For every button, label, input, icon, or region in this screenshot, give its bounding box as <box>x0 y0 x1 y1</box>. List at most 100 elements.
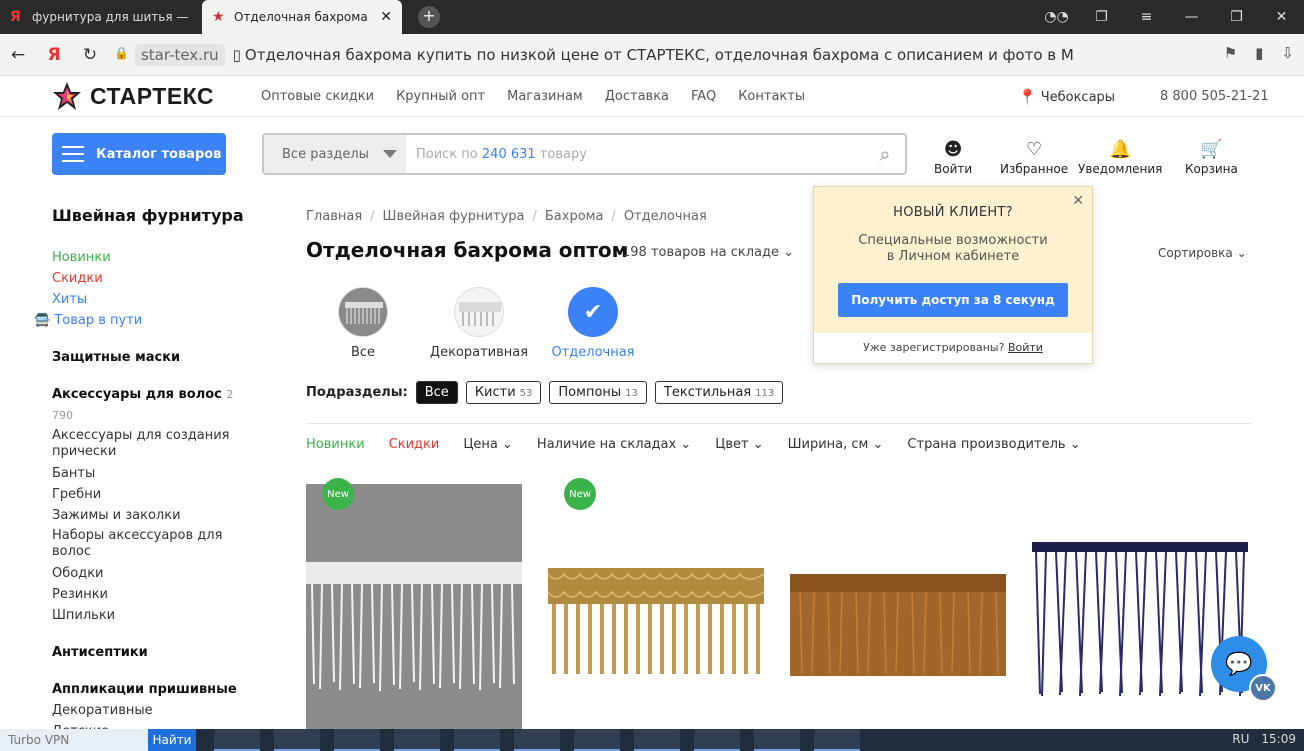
phone-number[interactable]: 8 800 505-21-21 <box>1160 89 1269 104</box>
language-indicator[interactable]: RU <box>1232 732 1249 746</box>
nav-shops[interactable]: Магазинам <box>507 89 583 104</box>
sidebar-item-transit[interactable]: 🚍 Товар в пути <box>34 310 252 331</box>
product-card[interactable] <box>1032 484 1248 734</box>
app-icon[interactable] <box>634 729 680 751</box>
url-field[interactable]: 🔒 star-tex.ru ▯ Отделочная бахрома купит… <box>114 43 1074 66</box>
opera-app-icon[interactable] <box>454 729 500 751</box>
bookmarks-icon[interactable]: ❐ <box>1079 9 1124 25</box>
popup-login-link[interactable]: Войти <box>1008 341 1043 354</box>
restore-icon[interactable]: ❐ <box>1214 9 1259 25</box>
new-tab-button[interactable]: + <box>418 6 440 28</box>
sidebar-subitem[interactable]: Гребни <box>52 484 252 505</box>
vk-icon[interactable]: VK <box>1249 674 1277 702</box>
sidebar-item-sale[interactable]: Скидки <box>52 268 252 289</box>
app-icon[interactable] <box>514 729 560 751</box>
yandex-home-icon[interactable]: Я <box>36 45 72 65</box>
sidebar-subitem[interactable]: Ободки <box>52 563 252 584</box>
logo[interactable]: СТАРТЕКС <box>52 81 214 111</box>
sidebar-item-masks[interactable]: Защитные маски <box>52 347 252 368</box>
browser-tab-active[interactable]: ★ Отделочная бахрома ✕ <box>202 0 402 34</box>
downloads-icon[interactable]: ⇩ <box>1281 44 1294 62</box>
cart-button[interactable]: 🛒 Корзина <box>1185 138 1238 176</box>
bookmark-icon[interactable]: ▮ <box>1255 44 1263 62</box>
yandex-browser-app-icon[interactable] <box>694 729 740 751</box>
glasses-icon[interactable]: ◔◔ <box>1034 9 1079 25</box>
nav-bulk-wholesale[interactable]: Крупный опт <box>396 89 485 104</box>
clock[interactable]: 15:09 <box>1261 732 1296 746</box>
filter-width[interactable]: Ширина, см ⌄ <box>788 437 884 452</box>
app-icon[interactable] <box>754 729 800 751</box>
product-image <box>306 484 522 729</box>
sidebar-item-new[interactable]: Новинки <box>52 247 252 268</box>
app-icon[interactable] <box>394 729 440 751</box>
folder-app-icon[interactable] <box>214 729 260 751</box>
category-finishing[interactable]: ✔ Отделочная <box>538 287 648 360</box>
sidebar-item-appliques[interactable]: Аппликации пришивные <box>52 679 252 700</box>
media-app-icon[interactable] <box>274 729 320 751</box>
product-card[interactable]: New <box>547 478 765 734</box>
taskbar-search-input[interactable]: Turbo VPN <box>0 729 148 751</box>
sidebar-item-hits[interactable]: Хиты <box>52 289 252 310</box>
nav-contacts[interactable]: Контакты <box>738 89 805 104</box>
get-access-button[interactable]: Получить доступ за 8 секунд <box>838 283 1068 317</box>
sidebar-subitem[interactable]: Зажимы и заколки <box>52 505 252 526</box>
subsection-chip[interactable]: Текстильная 113 <box>654 381 784 404</box>
search-icon[interactable]: ⌕ <box>865 142 905 166</box>
category-decorative[interactable]: Декоративная <box>424 287 534 360</box>
close-tab-icon[interactable]: ✕ <box>380 9 392 25</box>
filter-new[interactable]: Новинки <box>306 437 365 452</box>
filter-color[interactable]: Цвет ⌄ <box>715 437 763 452</box>
smiley-icon: ☻ <box>943 139 963 160</box>
favorites-button[interactable]: ♡ Избранное <box>1000 138 1068 176</box>
menu-icon[interactable]: ≡ <box>1124 9 1169 25</box>
breadcrumb-separator: / <box>370 209 375 224</box>
sidebar-subitem[interactable]: Наборы аксессуаров для волос <box>52 528 252 560</box>
sidebar-subitem[interactable]: Шпильки <box>52 605 252 626</box>
reload-icon[interactable]: ↻ <box>72 45 108 65</box>
stock-dropdown[interactable]: 198 товаров на складе ⌄ <box>622 245 794 260</box>
browser-tab[interactable]: Я фурнитура для шитья — Я <box>0 0 200 34</box>
search-category-select[interactable]: Все разделы <box>264 135 406 173</box>
yandex-app-icon[interactable] <box>574 729 620 751</box>
catalog-button[interactable]: Каталог товаров <box>52 133 226 175</box>
product-card[interactable] <box>790 484 1006 734</box>
breadcrumb-item[interactable]: Отделочная <box>624 209 707 224</box>
filter-stock[interactable]: Наличие на складах ⌄ <box>537 437 691 452</box>
sidebar-subitem[interactable]: Аксессуары для создания прически <box>52 428 252 460</box>
login-button[interactable]: ☻ Войти <box>934 138 972 176</box>
translate-icon[interactable]: ⚑ <box>1224 44 1237 62</box>
nav-wholesale-discounts[interactable]: Оптовые скидки <box>261 89 374 104</box>
minimize-icon[interactable]: — <box>1169 9 1214 25</box>
breadcrumb-separator: / <box>611 209 616 224</box>
sort-dropdown[interactable]: Сортировка ⌄ <box>1158 246 1247 260</box>
back-icon[interactable]: ← <box>0 45 36 65</box>
subsection-chip[interactable]: Все <box>415 381 458 404</box>
word-app-icon[interactable] <box>814 729 860 751</box>
close-window-icon[interactable]: ✕ <box>1259 9 1304 25</box>
nav-delivery[interactable]: Доставка <box>605 89 669 104</box>
viber-app-icon[interactable] <box>334 729 380 751</box>
lock-icon[interactable]: 🔒 <box>114 46 129 64</box>
sidebar-subitem[interactable]: Резинки <box>52 584 252 605</box>
sidebar-item-hair[interactable]: Аксессуары для волос 2 790 <box>52 384 252 426</box>
city-selector[interactable]: 📍 Чебоксары <box>1018 88 1115 106</box>
category-all[interactable]: Все <box>308 287 418 360</box>
search-input[interactable]: Поиск по 240 631 товару <box>406 147 865 162</box>
filter-sale[interactable]: Скидки <box>389 437 440 452</box>
fringe-thumb <box>339 288 387 336</box>
nav-faq[interactable]: FAQ <box>691 89 716 104</box>
sidebar-item-transit-label: Товар в пути <box>54 313 143 328</box>
taskbar-search-button[interactable]: Найти <box>148 729 196 751</box>
notifications-button[interactable]: 🔔 Уведомления <box>1078 138 1162 176</box>
subsection-chip[interactable]: Помпоны 13 <box>549 381 647 404</box>
breadcrumb-item[interactable]: Главная <box>306 209 362 224</box>
breadcrumb-item[interactable]: Бахрома <box>545 209 604 224</box>
filter-country[interactable]: Страна производитель ⌄ <box>907 437 1080 452</box>
sidebar-subitem[interactable]: Декоративные <box>52 700 252 721</box>
breadcrumb-item[interactable]: Швейная фурнитура <box>383 209 525 224</box>
filter-price[interactable]: Цена ⌄ <box>463 437 513 452</box>
sidebar-item-antiseptics[interactable]: Антисептики <box>52 642 252 663</box>
product-card[interactable]: New <box>306 478 522 734</box>
subsection-chip[interactable]: Кисти 53 <box>465 381 542 404</box>
sidebar-subitem[interactable]: Банты <box>52 463 252 484</box>
